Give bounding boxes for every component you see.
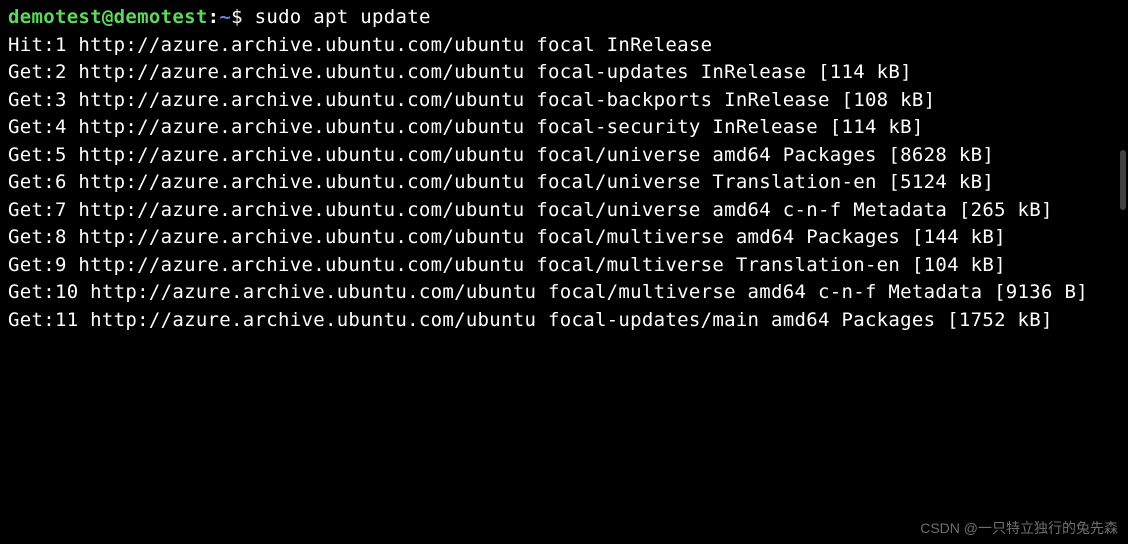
output-line: Get:8 http://azure.archive.ubuntu.com/ub…: [8, 224, 1120, 252]
scrollbar-thumb[interactable]: [1120, 150, 1126, 210]
prompt-dollar: $: [231, 6, 243, 28]
prompt-path: ~: [219, 6, 231, 28]
prompt-line: demotest@demotest:~$ sudo apt update: [8, 6, 431, 28]
prompt-user: demotest: [8, 6, 102, 28]
output-line: Get:4 http://azure.archive.ubuntu.com/ub…: [8, 114, 1120, 142]
output-line: Get:5 http://azure.archive.ubuntu.com/ub…: [8, 142, 1120, 170]
prompt-sep: :: [208, 6, 220, 28]
output-line: Get:6 http://azure.archive.ubuntu.com/ub…: [8, 169, 1120, 197]
terminal-window[interactable]: demotest@demotest:~$ sudo apt update Hit…: [8, 4, 1120, 335]
output-line: Get:9 http://azure.archive.ubuntu.com/ub…: [8, 252, 1120, 280]
output-line: Get:7 http://azure.archive.ubuntu.com/ub…: [8, 197, 1120, 225]
output-line: Hit:1 http://azure.archive.ubuntu.com/ub…: [8, 32, 1120, 60]
command-text: sudo apt update: [255, 6, 431, 28]
watermark-text: CSDN @一只特立独行的兔先森: [920, 518, 1118, 538]
output-line: Get:11 http://azure.archive.ubuntu.com/u…: [8, 307, 1120, 335]
output-line: Get:3 http://azure.archive.ubuntu.com/ub…: [8, 87, 1120, 115]
output-line: Get:2 http://azure.archive.ubuntu.com/ub…: [8, 59, 1120, 87]
prompt-at: @: [102, 6, 114, 28]
output-line: Get:10 http://azure.archive.ubuntu.com/u…: [8, 279, 1120, 307]
prompt-host: demotest: [114, 6, 208, 28]
